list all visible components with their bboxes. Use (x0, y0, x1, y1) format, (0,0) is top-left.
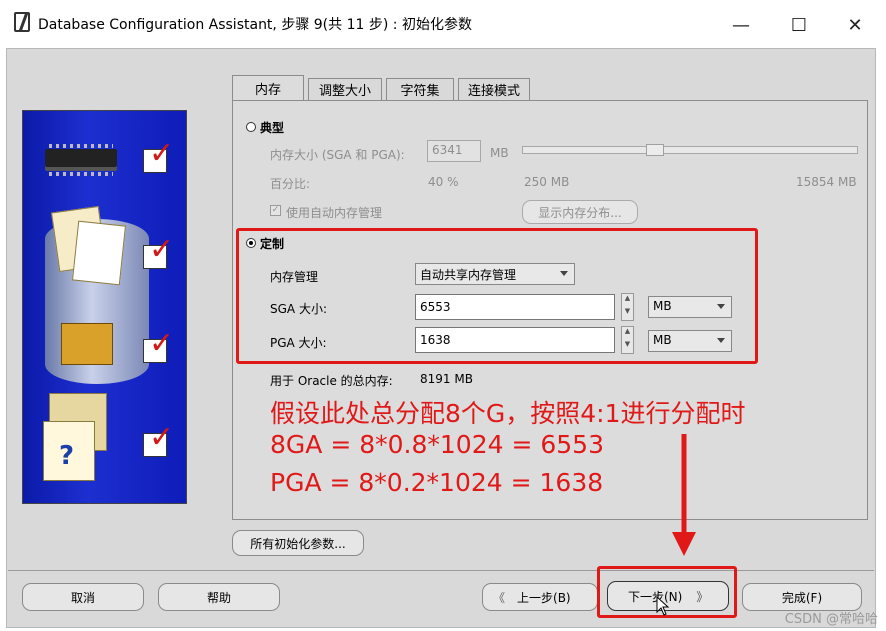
mouse-cursor-icon (656, 596, 670, 616)
watermark: CSDN @常哈哈 (784, 612, 878, 627)
memory-size-unit: MB (490, 146, 509, 160)
footer-separator (8, 570, 874, 571)
total-memory-value: 8191 MB (420, 372, 473, 386)
wizard-step-image: ? ✓ ✓ ✓ ✓ (22, 110, 187, 504)
tab-connection-mode[interactable]: 连接模式 (458, 78, 530, 100)
window-title: Database Configuration Assistant, 步骤 9(共… (38, 17, 472, 33)
memory-size-label: 内存大小 (SGA 和 PGA): (270, 148, 405, 162)
memory-size-field[interactable]: 6341 (427, 140, 481, 162)
tab-charset[interactable]: 字符集 (386, 78, 454, 100)
typical-radio[interactable] (246, 122, 256, 132)
checkmark-icon: ✓ (149, 232, 175, 267)
checkmark-icon: ✓ (149, 420, 175, 455)
back-button[interactable]: 《 上一步(B) (482, 583, 598, 611)
memory-chip-icon (45, 144, 117, 176)
total-memory-label: 用于 Oracle 的总内存: (270, 374, 393, 388)
checkmark-icon: ✓ (149, 326, 175, 361)
all-init-params-button[interactable]: 所有初始化参数... (232, 530, 364, 556)
show-memory-distribution-button[interactable]: 显示内存分布... (522, 200, 638, 224)
question-mark-icon: ? (59, 441, 75, 471)
help-button[interactable]: 帮助 (158, 583, 280, 611)
percent-value: 40 % (428, 175, 459, 189)
annotation-line-3: PGA = 8*0.2*1024 = 1638 (270, 468, 604, 497)
document-icon (71, 220, 127, 286)
shapes-icon (61, 323, 113, 365)
percent-label: 百分比: (270, 177, 311, 191)
finish-button[interactable]: 完成(F) (742, 583, 862, 611)
slider-min-label: 250 MB (524, 175, 570, 189)
title-bar: Database Configuration Assistant, 步骤 9(共… (0, 0, 886, 48)
tab-memory[interactable]: 内存 (232, 75, 304, 100)
checkmark-icon: ✓ (149, 136, 175, 171)
close-button[interactable]: ✕ (832, 8, 878, 42)
back-button-label: 上一步(B) (517, 590, 571, 605)
auto-memory-label: 使用自动内存管理 (286, 206, 383, 220)
slider-max-label: 15854 MB (796, 175, 857, 189)
cancel-button[interactable]: 取消 (22, 583, 144, 611)
minimize-button[interactable]: — (718, 8, 764, 42)
memory-slider[interactable] (522, 146, 858, 154)
highlight-box-custom (236, 228, 758, 364)
auto-memory-checkbox[interactable]: ✓ (270, 205, 281, 216)
annotation-line-2: 8GA = 8*0.8*1024 = 6553 (270, 430, 604, 459)
app-icon (14, 12, 30, 32)
typical-label: 典型 (260, 121, 285, 135)
annotation-line-1: 假设此处总分配8个G，按照4:1进行分配时 (270, 399, 746, 428)
annotation-arrow (672, 434, 696, 556)
memory-slider-thumb[interactable] (646, 144, 665, 156)
tab-sizing[interactable]: 调整大小 (308, 78, 382, 100)
chevron-left-icon: 《 (493, 590, 506, 605)
maximize-button[interactable]: ☐ (776, 8, 822, 42)
